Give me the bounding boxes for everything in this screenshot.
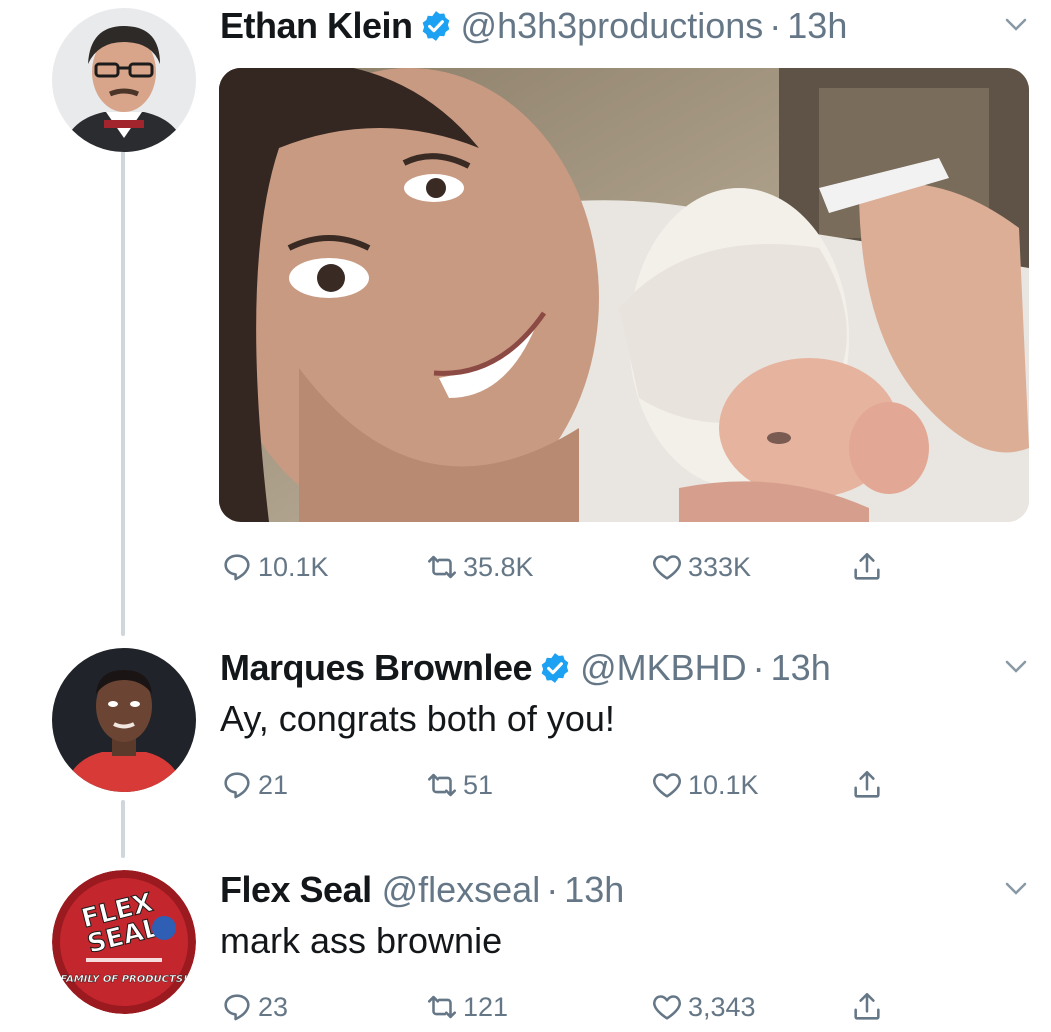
share-button[interactable] (850, 768, 888, 802)
heart-icon (653, 773, 681, 798)
share-button[interactable] (850, 550, 888, 584)
reply-icon (224, 994, 250, 1021)
separator-dot: · (769, 5, 782, 46)
like-count: 3,343 (688, 991, 756, 1022)
verified-badge-icon (541, 653, 569, 683)
retweet-count: 35.8K (463, 551, 534, 582)
like-count: 333K (688, 551, 752, 582)
retweet-button[interactable]: 121 (425, 990, 508, 1024)
logo-tagline: FAMILY OF PRODUCTS! (60, 974, 187, 985)
author-name[interactable]: Marques Brownlee (220, 647, 533, 689)
tweet[interactable]: Flex Seal @flexseal · 13h mark ass brown… (220, 864, 1040, 1030)
chevron-down-icon[interactable] (1002, 12, 1030, 36)
like-button[interactable]: 333K (650, 550, 751, 584)
author-name[interactable]: Flex Seal (220, 869, 372, 911)
timestamp[interactable]: 13h (564, 869, 624, 911)
separator-dot: · (546, 869, 559, 910)
like-count: 10.1K (688, 769, 759, 800)
chevron-down-icon[interactable] (1002, 876, 1030, 900)
retweet-count: 51 (463, 769, 494, 800)
thread-line (121, 800, 125, 858)
timestamp[interactable]: 13h (787, 5, 847, 47)
retweet-icon (427, 555, 457, 579)
verified-badge-icon (422, 11, 449, 41)
reply-button[interactable]: 23 (220, 990, 288, 1024)
tweet-photo[interactable] (219, 68, 1029, 522)
retweet-button[interactable]: 35.8K (425, 550, 534, 584)
heart-icon (653, 995, 681, 1020)
tweet[interactable]: Marques Brownlee @MKBHD · 13h Ay, congra… (220, 642, 1040, 808)
tweet[interactable]: Ethan Klein @h3h3productions · 13h (220, 0, 1040, 52)
reply-count: 10.1K (258, 551, 329, 582)
newborn-photo (219, 68, 1029, 522)
separator-dot: · (752, 647, 765, 688)
reply-icon (224, 772, 250, 799)
share-button[interactable] (850, 990, 888, 1024)
tweet-text: mark ass brownie (220, 920, 503, 961)
retweet-count: 121 (463, 991, 509, 1022)
like-button[interactable]: 10.1K (650, 768, 759, 802)
avatar[interactable] (52, 648, 196, 792)
tweet-actions-row: 10.1K 35.8K 333K (220, 550, 1040, 590)
reply-count: 23 (258, 991, 289, 1022)
avatar[interactable]: FLEX SEAL FAMILY OF PRODUCTS! (52, 870, 196, 1014)
timestamp[interactable]: 13h (771, 647, 831, 689)
author-handle[interactable]: @flexseal (382, 869, 541, 911)
reply-button[interactable]: 21 (220, 768, 288, 802)
avatar-photo (52, 648, 196, 792)
retweet-icon (427, 995, 457, 1019)
tweet-header: Flex Seal @flexseal · 13h (220, 864, 1040, 916)
thread-line (121, 150, 125, 636)
reply-count: 21 (258, 769, 289, 800)
reply-button[interactable]: 10.1K (220, 550, 329, 584)
share-icon (854, 552, 880, 580)
heart-icon (653, 555, 681, 580)
author-name[interactable]: Ethan Klein (220, 5, 413, 47)
tweet-header: Marques Brownlee @MKBHD · 13h (220, 642, 1040, 694)
avatar-photo (52, 8, 196, 152)
author-handle[interactable]: @h3h3productions (461, 5, 764, 47)
retweet-button[interactable]: 51 (425, 768, 493, 802)
retweet-icon (427, 773, 457, 797)
chevron-down-icon[interactable] (1002, 654, 1030, 678)
tweet-text: Ay, congrats both of you! (220, 698, 615, 739)
flex-seal-logo-avatar: FLEX SEAL FAMILY OF PRODUCTS! (52, 870, 196, 1014)
tweet-header: Ethan Klein @h3h3productions · 13h (220, 0, 1040, 52)
avatar[interactable] (52, 8, 196, 152)
author-handle[interactable]: @MKBHD (580, 647, 747, 689)
share-icon (854, 992, 880, 1020)
like-button[interactable]: 3,343 (650, 990, 756, 1024)
reply-icon (224, 554, 250, 581)
share-icon (854, 770, 880, 798)
